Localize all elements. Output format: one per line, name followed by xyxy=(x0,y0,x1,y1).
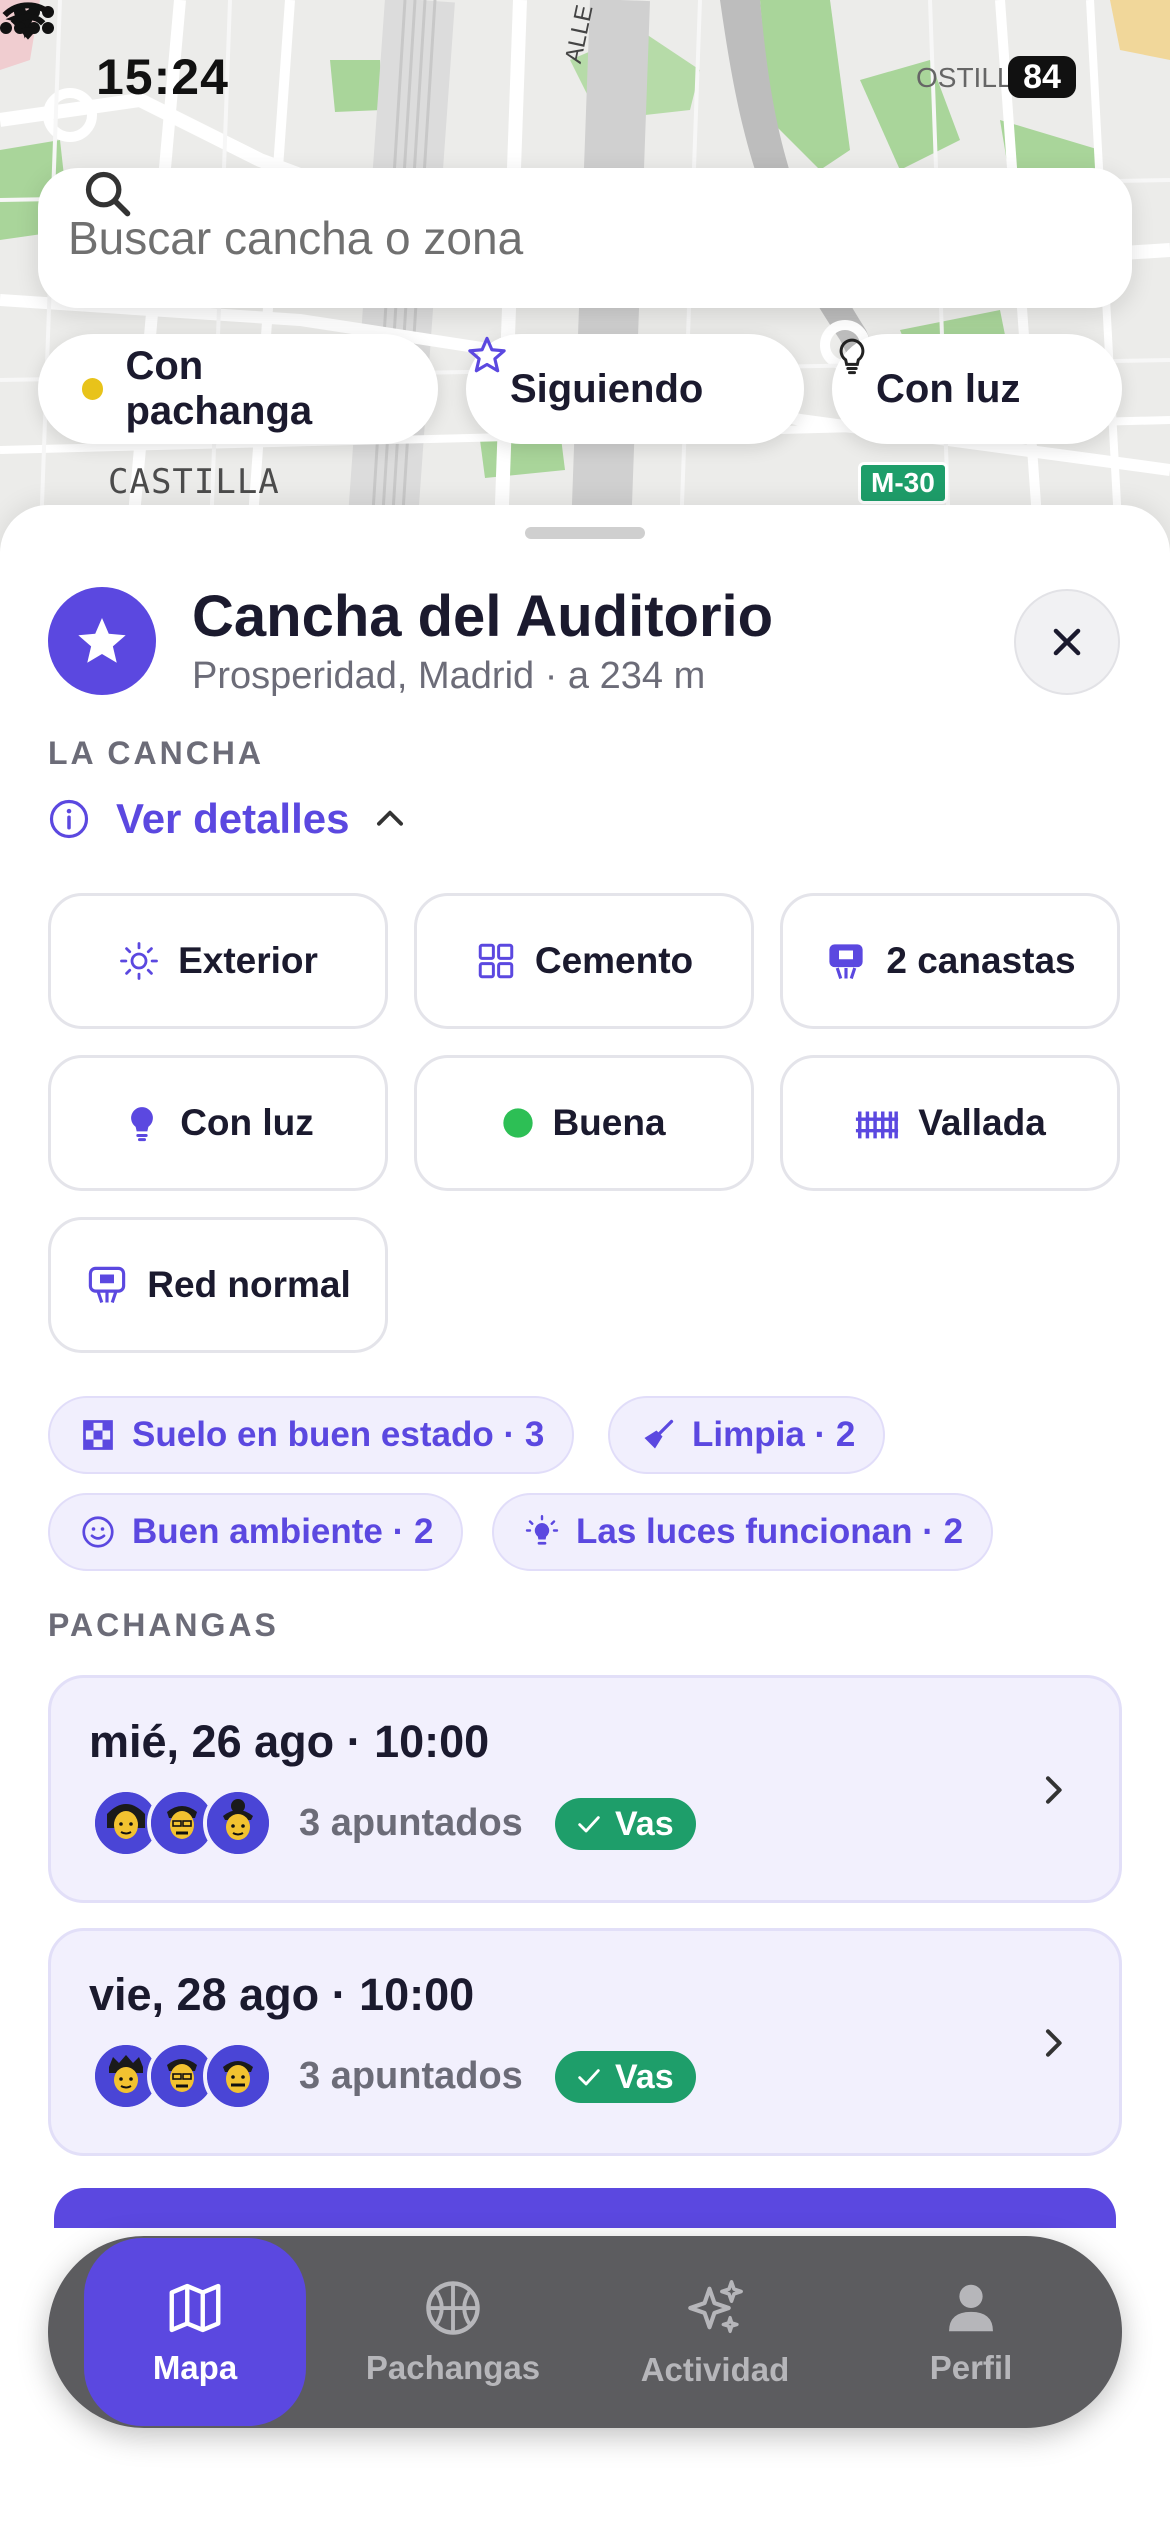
feature-exterior: Exterior xyxy=(48,893,388,1029)
participant-avatars xyxy=(91,2041,273,2111)
feature-label: Vallada xyxy=(918,1102,1046,1143)
tab-perfil[interactable]: Perfil xyxy=(866,2236,1076,2428)
tab-actividad[interactable]: Actividad xyxy=(610,2236,820,2428)
avatar xyxy=(203,1788,273,1858)
wifi-icon xyxy=(2,2,54,40)
avatar xyxy=(203,2041,273,2111)
sun-icon xyxy=(120,942,158,980)
close-icon xyxy=(1053,628,1081,656)
search-icon xyxy=(85,171,131,217)
tag-label: Limpia · 2 xyxy=(692,1415,856,1454)
star-icon xyxy=(78,618,126,663)
feature-con-luz: Con luz xyxy=(48,1055,388,1191)
map-label-castilla: CASTILLA xyxy=(108,462,280,502)
participant-avatars xyxy=(91,1788,273,1858)
close-button[interactable] xyxy=(1014,589,1120,695)
venue-star-avatar xyxy=(48,587,156,695)
smile-icon xyxy=(82,1516,114,1548)
game-card[interactable]: vie, 28 ago · 10:00 3 apuntados Vas xyxy=(48,1928,1122,2156)
feature-vallada: Vallada xyxy=(780,1055,1120,1191)
game-card[interactable]: mié, 26 ago · 10:00 3 apuntados Vas xyxy=(48,1675,1122,1903)
tag-label: Suelo en buen estado · 3 xyxy=(132,1415,545,1454)
basketball-icon xyxy=(426,2281,480,2335)
filter-chip-siguiendo[interactable]: Siguiendo xyxy=(466,334,804,444)
tag-luces: Las luces funcionan · 2 xyxy=(492,1493,994,1571)
battery-indicator: 84 xyxy=(1008,56,1076,98)
tag-limpia: Limpia · 2 xyxy=(608,1396,886,1474)
filter-chip-label: Con luz xyxy=(876,366,1021,411)
tab-label: Actividad xyxy=(640,2351,790,2388)
tag-ambiente: Buen ambiente · 2 xyxy=(48,1493,464,1571)
sparkles-icon xyxy=(688,2280,743,2334)
section-label-pachangas: PACHANGAS xyxy=(48,1607,279,1643)
feature-cemento: Cemento xyxy=(414,893,754,1029)
feature-label: Exterior xyxy=(178,940,318,981)
info-icon xyxy=(49,799,89,839)
feature-canastas: 2 canastas xyxy=(780,893,1120,1029)
game-attendee-count: 3 apuntados xyxy=(299,2055,523,2097)
feature-label: Red normal xyxy=(147,1264,351,1305)
feature-buena: Buena xyxy=(414,1055,754,1191)
venue-title: Cancha del Auditorio xyxy=(192,584,774,649)
filter-chip-label: Siguiendo xyxy=(510,366,704,411)
feature-label: Con luz xyxy=(180,1102,314,1143)
hoop-icon xyxy=(829,944,863,979)
map-icon xyxy=(169,2283,221,2333)
ver-detalles-label: Ver detalles xyxy=(116,795,350,842)
section-label-la-cancha: LA CANCHA xyxy=(48,735,265,771)
map-view[interactable]: CASTILLA ALLE DEL BA M-30 OSTILLA 15:24 … xyxy=(0,0,1170,560)
search-placeholder: Buscar cancha o zona xyxy=(68,212,524,264)
filter-chip-label: Con pachanga xyxy=(125,344,313,433)
game-attendee-count: 3 apuntados xyxy=(299,1802,523,1844)
map-label-m30: M-30 xyxy=(858,462,948,504)
attending-badge: Vas xyxy=(555,1798,696,1850)
checker-icon xyxy=(83,1420,113,1450)
check-icon xyxy=(578,2069,600,2086)
search-bar[interactable]: Buscar cancha o zona xyxy=(38,168,1132,308)
attending-badge-label: Vas xyxy=(615,1804,674,1843)
feature-red-normal: Red normal xyxy=(48,1217,388,1353)
venue-subtitle: Prosperidad, Madrid · a 234 m xyxy=(192,655,706,697)
tag-suelo: Suelo en buen estado · 3 xyxy=(48,1396,575,1474)
star-icon xyxy=(468,336,506,373)
sheet-drag-handle[interactable] xyxy=(525,527,645,539)
game-date: vie, 28 ago · 10:00 xyxy=(89,1969,475,2020)
feature-label: Buena xyxy=(552,1102,666,1143)
primary-action-button[interactable] xyxy=(54,2188,1116,2228)
tab-label: Perfil xyxy=(929,2349,1013,2386)
ver-detalles-toggle[interactable]: Ver detalles xyxy=(48,795,409,843)
tab-label: Mapa xyxy=(152,2349,238,2386)
tag-label: Buen ambiente · 2 xyxy=(132,1512,434,1551)
status-time: 15:24 xyxy=(96,49,229,105)
grid-icon xyxy=(478,943,514,979)
attending-badge-label: Vas xyxy=(615,2057,674,2096)
feature-label: 2 canastas xyxy=(886,940,1076,981)
net-icon xyxy=(89,1266,126,1303)
tab-label: Pachangas xyxy=(365,2349,541,2386)
chevron-right-icon xyxy=(1046,1776,1062,1804)
tab-bar: Mapa Pachangas Actividad Perfil xyxy=(48,2236,1122,2428)
person-icon xyxy=(949,2284,993,2332)
tag-label: Las luces funcionan · 2 xyxy=(576,1512,964,1551)
chevron-right-icon xyxy=(1046,2029,1062,2057)
attending-badge: Vas xyxy=(555,2051,696,2103)
game-date: mié, 26 ago · 10:00 xyxy=(89,1716,490,1767)
tab-mapa[interactable]: Mapa xyxy=(84,2238,306,2426)
chevron-up-icon xyxy=(377,810,404,826)
feature-label: Cemento xyxy=(534,940,694,981)
check-icon xyxy=(578,1816,600,1833)
light-icon xyxy=(525,1515,559,1545)
lightbulb-icon xyxy=(839,338,865,375)
filter-chip-con-luz[interactable]: Con luz xyxy=(832,334,1122,444)
tab-pachangas[interactable]: Pachangas xyxy=(348,2236,558,2428)
filter-chip-con-pachanga[interactable]: Con pachanga xyxy=(38,334,438,444)
status-dot-icon xyxy=(503,1108,534,1138)
pachanga-dot-icon xyxy=(82,378,104,400)
fence-icon xyxy=(856,1111,899,1139)
bulb-icon xyxy=(131,1107,154,1142)
broom-icon xyxy=(644,1419,674,1449)
